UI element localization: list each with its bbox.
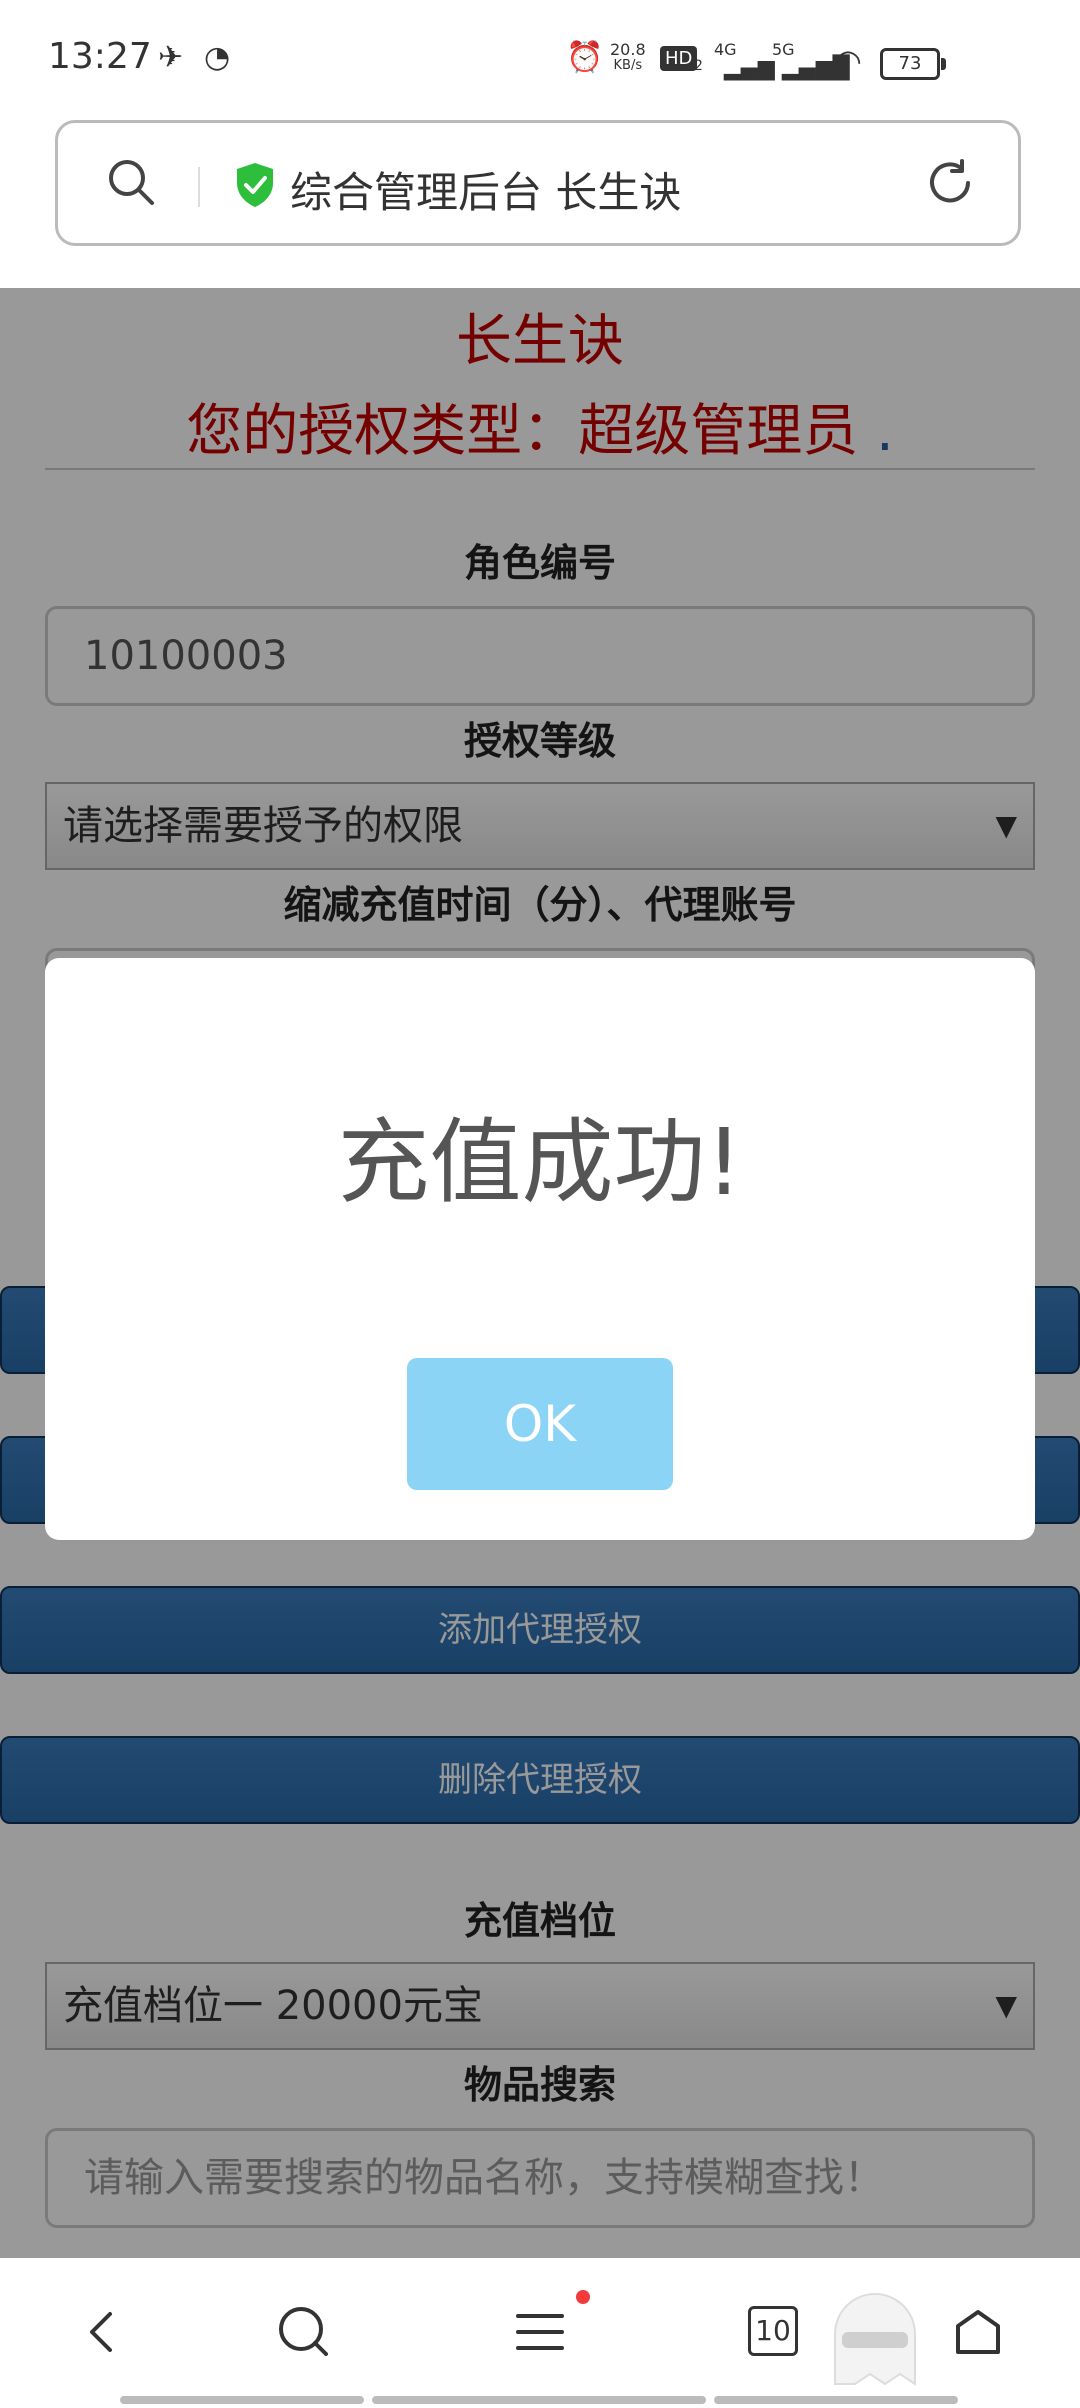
- back-icon[interactable]: [72, 2302, 132, 2362]
- reload-icon[interactable]: [924, 157, 976, 209]
- ghost-icon: [834, 2293, 916, 2386]
- notification-dot: [576, 2290, 590, 2304]
- app-q-icon: ◔: [204, 40, 231, 75]
- shield-icon: [237, 163, 273, 207]
- hd-number: 2: [694, 58, 703, 74]
- status-bar: 13:27 ✈ ◔ ⏰ 20.8 KB/s HD 2 4G ▂▄▆ 5G ▂▄▆…: [0, 0, 1080, 110]
- page-title[interactable]: 综合管理后台 长生诀: [290, 159, 681, 220]
- gesture-bar-1: [120, 2396, 364, 2404]
- wifi-icon: ◠: [834, 42, 862, 80]
- address-separator: [198, 167, 200, 207]
- gesture-bar-3: [714, 2396, 958, 2404]
- status-time: 13:27: [48, 36, 152, 77]
- success-dialog: 充值成功! OK: [45, 958, 1035, 1540]
- search-icon[interactable]: [106, 157, 156, 207]
- address-bar[interactable]: 综合管理后台 长生诀: [55, 120, 1021, 246]
- network-speed: 20.8 KB/s: [610, 40, 646, 74]
- dialog-message: 充值成功!: [337, 1109, 743, 1216]
- home-icon[interactable]: [948, 2302, 1008, 2362]
- ok-button[interactable]: OK: [407, 1358, 673, 1490]
- search-icon[interactable]: [274, 2302, 334, 2362]
- bottom-navigation: 10: [0, 2258, 1080, 2408]
- alarm-icon: ⏰: [566, 40, 604, 75]
- battery-icon: 73: [880, 48, 946, 80]
- gesture-bar-2: [372, 2396, 706, 2404]
- tabs-icon[interactable]: 10: [748, 2306, 798, 2356]
- bird-icon: ✈: [158, 40, 184, 75]
- signal-4g-icon: ▂▄▆: [724, 56, 775, 81]
- menu-icon[interactable]: [510, 2302, 570, 2362]
- hd-badge: HD: [660, 46, 698, 71]
